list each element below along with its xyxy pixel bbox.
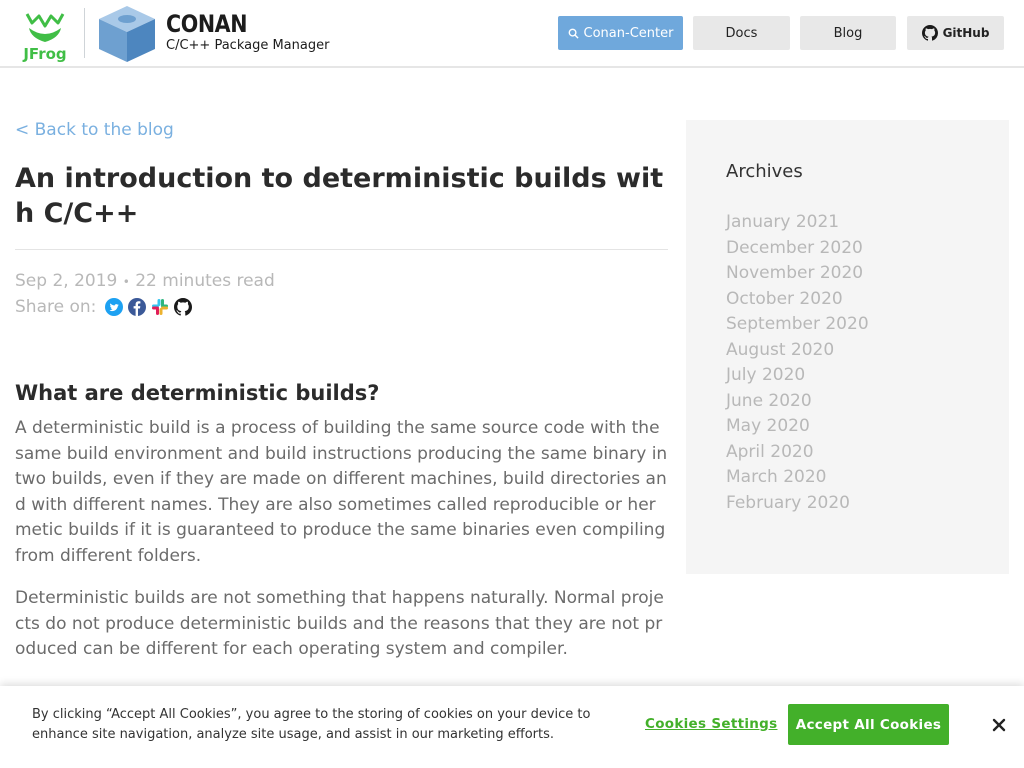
- docs-button[interactable]: Docs: [693, 16, 790, 50]
- archives-sidebar: Archives January 2021 December 2020 Nove…: [686, 120, 1009, 574]
- github-button[interactable]: GitHub: [907, 16, 1004, 50]
- article-title: An introduction to deterministic builds …: [15, 163, 664, 229]
- site-header: JFrog CONAN C/C++ Package Manager Conan-…: [0, 0, 1024, 68]
- archive-link[interactable]: March 2020: [726, 465, 869, 491]
- github-icon: [921, 25, 938, 41]
- cookies-settings-button[interactable]: Cookies Settings: [645, 716, 777, 732]
- archive-link[interactable]: July 2020: [726, 363, 869, 389]
- back-to-blog-link[interactable]: < Back to the blog: [15, 120, 174, 140]
- conan-center-button[interactable]: Conan-Center: [558, 16, 683, 50]
- twitter-icon[interactable]: [105, 298, 124, 316]
- logo-divider: [84, 8, 85, 58]
- brand-name: CONAN: [166, 10, 248, 38]
- brand-tagline: C/C++ Package Manager: [166, 38, 330, 53]
- article-meta: Sep 2, 2019 • 22 minutes read: [15, 271, 275, 291]
- read-time: 22 minutes read: [135, 271, 275, 291]
- jfrog-wordmark: JFrog: [22, 45, 66, 62]
- archive-link[interactable]: May 2020: [726, 414, 869, 440]
- archive-link[interactable]: February 2020: [726, 491, 869, 517]
- archive-link[interactable]: December 2020: [726, 236, 869, 262]
- conan-logo[interactable]: [96, 4, 158, 64]
- title-divider: [15, 249, 668, 250]
- cookie-message: By clicking “Accept All Cookies”, you ag…: [32, 707, 591, 742]
- article-date: Sep 2, 2019: [15, 271, 118, 291]
- conan-center-label: Conan-Center: [583, 25, 674, 41]
- github-share-icon[interactable]: [174, 298, 193, 316]
- archive-link[interactable]: June 2020: [726, 389, 869, 415]
- slack-icon[interactable]: [151, 298, 169, 316]
- share-label: Share on:: [15, 297, 97, 317]
- article-paragraph-2: Deterministic builds are not something t…: [15, 588, 664, 659]
- jfrog-logo[interactable]: JFrog: [15, 6, 75, 62]
- search-icon: [568, 28, 579, 39]
- blog-button[interactable]: Blog: [800, 16, 896, 50]
- blog-label: Blog: [833, 25, 863, 41]
- archives-title: Archives: [726, 161, 803, 182]
- share-row: Share on:: [15, 297, 193, 317]
- archive-link[interactable]: October 2020: [726, 287, 869, 313]
- docs-label: Docs: [725, 25, 758, 41]
- article-paragraph-1: A deterministic build is a process of bu…: [15, 418, 668, 566]
- archive-list: January 2021 December 2020 November 2020…: [726, 210, 869, 516]
- share-icons: [105, 298, 193, 316]
- cookie-banner: By clicking “Accept All Cookies”, you ag…: [0, 686, 1024, 768]
- facebook-icon[interactable]: [128, 298, 147, 316]
- archive-link[interactable]: August 2020: [726, 338, 869, 364]
- accept-all-cookies-button[interactable]: Accept All Cookies: [788, 704, 949, 745]
- meta-separator: •: [122, 275, 130, 289]
- github-label: GitHub: [942, 26, 990, 40]
- section-heading: What are deterministic builds?: [15, 381, 380, 405]
- close-icon[interactable]: [988, 714, 1010, 736]
- archive-link[interactable]: January 2021: [726, 210, 869, 236]
- archive-link[interactable]: April 2020: [726, 440, 869, 466]
- archive-link[interactable]: November 2020: [726, 261, 869, 287]
- archive-link[interactable]: September 2020: [726, 312, 869, 338]
